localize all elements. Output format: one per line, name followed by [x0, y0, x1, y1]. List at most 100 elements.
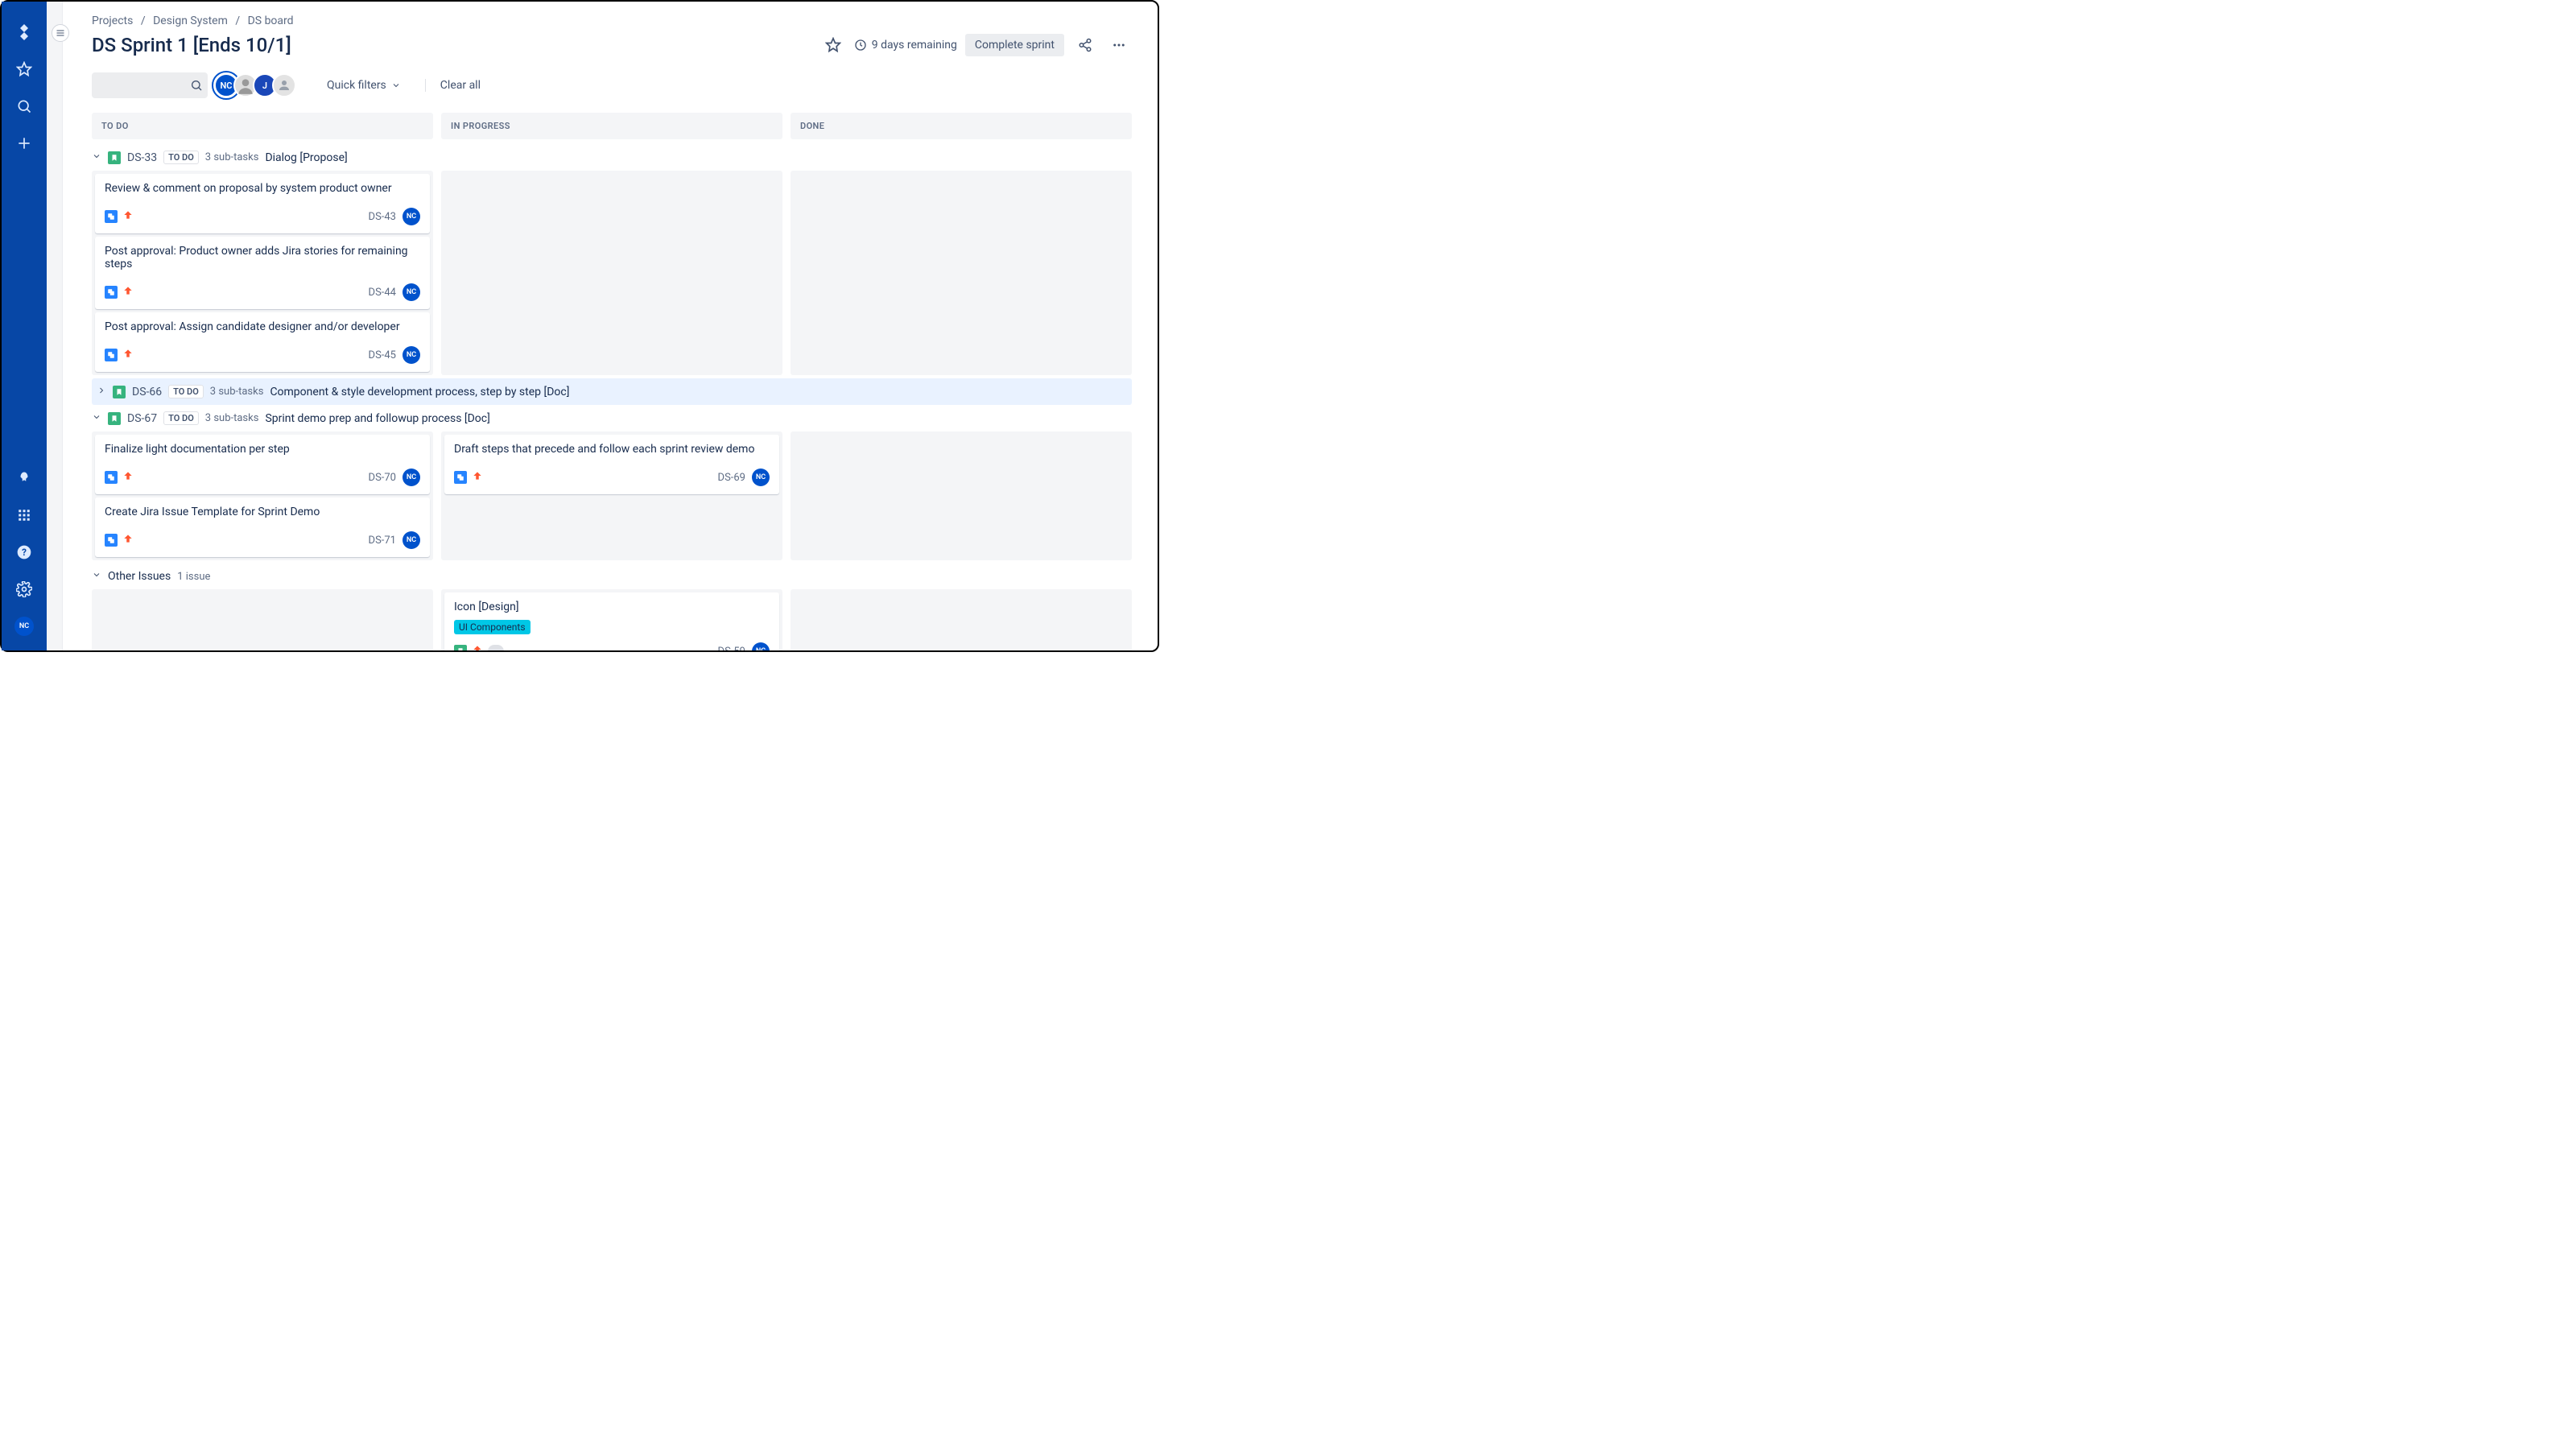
card-ds44[interactable]: Post approval: Product owner adds Jira s… — [95, 237, 430, 309]
chevron-right-icon — [97, 386, 106, 398]
search-icon — [190, 79, 203, 95]
jira-logo-icon[interactable] — [8, 16, 40, 48]
chevron-down-icon — [92, 570, 101, 583]
days-remaining-text: 9 days remaining — [872, 39, 957, 52]
column-done[interactable] — [791, 171, 1132, 375]
user-avatar[interactable]: NC — [14, 617, 34, 636]
subtask-icon — [454, 471, 467, 484]
swimlane-status: TO DO — [168, 385, 204, 398]
column-todo[interactable]: Finalize light documentation per step DS… — [92, 431, 433, 560]
help-icon[interactable]: ? — [8, 536, 40, 568]
avatar-unassigned[interactable] — [272, 73, 296, 97]
swimlane-header-ds67[interactable]: DS-67 TO DO 3 sub-tasks Sprint demo prep… — [92, 405, 1132, 431]
swimlane-key: DS-67 — [127, 412, 157, 425]
card-title: Review & comment on proposal by system p… — [105, 182, 420, 195]
card-key: DS-43 — [369, 211, 396, 223]
star-button[interactable] — [820, 32, 846, 58]
swimlane-subtasks: 3 sub-tasks — [205, 151, 259, 163]
breadcrumb-space[interactable]: Design System — [153, 14, 228, 27]
card-assignee[interactable]: NC — [752, 642, 770, 650]
card-ds43[interactable]: Review & comment on proposal by system p… — [95, 174, 430, 233]
card-assignee[interactable]: NC — [402, 531, 420, 549]
card-key: DS-70 — [369, 472, 396, 484]
column-todo[interactable] — [92, 589, 433, 650]
card-ds59[interactable]: Icon [Design] UI Components - DS-59 NC — [444, 592, 779, 650]
column-done[interactable] — [791, 589, 1132, 650]
card-title: Finalize light documentation per step — [105, 443, 420, 456]
breadcrumb: Projects / Design System / DS board — [92, 14, 1132, 27]
swimlane-header-ds33[interactable]: DS-33 TO DO 3 sub-tasks Dialog [Propose] — [92, 144, 1132, 171]
swimlane-body-ds33: Review & comment on proposal by system p… — [92, 171, 1132, 375]
column-headers: TO DO IN PROGRESS DONE — [92, 113, 1132, 139]
share-icon[interactable] — [1072, 32, 1098, 58]
column-inprogress[interactable] — [441, 171, 782, 375]
story-icon — [108, 151, 121, 164]
card-assignee[interactable]: NC — [402, 208, 420, 225]
swimlane-title: Dialog [Propose] — [265, 151, 347, 164]
column-todo[interactable]: Review & comment on proposal by system p… — [92, 171, 433, 375]
search-icon[interactable] — [8, 90, 40, 122]
settings-icon[interactable] — [8, 573, 40, 605]
more-icon[interactable] — [1106, 32, 1132, 58]
card-title: Draft steps that precede and follow each… — [454, 443, 770, 456]
card-ds70[interactable]: Finalize light documentation per step DS… — [95, 435, 430, 494]
card-assignee[interactable]: NC — [402, 469, 420, 486]
column-inprogress[interactable]: Icon [Design] UI Components - DS-59 NC — [441, 589, 782, 650]
sidebar-toggle-button[interactable] — [52, 24, 69, 42]
plus-icon[interactable] — [8, 127, 40, 159]
card-title: Create Jira Issue Template for Sprint De… — [105, 506, 420, 518]
priority-icon — [122, 209, 134, 224]
complete-sprint-button[interactable]: Complete sprint — [965, 34, 1064, 56]
search-box — [92, 72, 208, 98]
swimlane-body-other: Icon [Design] UI Components - DS-59 NC — [92, 589, 1132, 650]
page-title: DS Sprint 1 [Ends 10/1] — [92, 34, 820, 56]
subtask-icon — [105, 534, 118, 547]
swimlane-count: 1 issue — [177, 571, 210, 583]
breadcrumb-projects[interactable]: Projects — [92, 14, 133, 27]
card-ds71[interactable]: Create Jira Issue Template for Sprint De… — [95, 497, 430, 557]
rocket-icon[interactable] — [8, 462, 40, 494]
chevron-down-icon — [391, 80, 401, 90]
swimlane-header-ds66[interactable]: DS-66 TO DO 3 sub-tasks Component & styl… — [92, 378, 1132, 405]
story-icon — [108, 412, 121, 425]
card-assignee[interactable]: NC — [752, 469, 770, 486]
card-assignee[interactable]: NC — [402, 283, 420, 301]
quick-filters-dropdown[interactable]: Quick filters — [322, 76, 406, 95]
swimlane-key: DS-33 — [127, 151, 157, 164]
priority-icon — [472, 470, 483, 485]
clear-all-button[interactable]: Clear all — [425, 79, 481, 92]
sidebar-collapse-rail — [47, 2, 63, 650]
card-key: DS-44 — [369, 287, 396, 299]
priority-icon — [122, 348, 134, 362]
swimlane-header-other[interactable]: Other Issues 1 issue — [92, 564, 1132, 589]
swimlane-subtasks: 3 sub-tasks — [205, 412, 259, 424]
swimlane-status: TO DO — [163, 151, 199, 164]
column-todo-header: TO DO — [92, 113, 433, 139]
swimlane-title: Other Issues — [108, 570, 171, 583]
card-title: Post approval: Assign candidate designer… — [105, 320, 420, 333]
card-ds45[interactable]: Post approval: Assign candidate designer… — [95, 312, 430, 372]
card-title: Post approval: Product owner adds Jira s… — [105, 245, 420, 270]
column-done[interactable] — [791, 431, 1132, 560]
chevron-down-icon — [92, 151, 101, 164]
column-inprogress-header: IN PROGRESS — [441, 113, 782, 139]
breadcrumb-board[interactable]: DS board — [248, 14, 294, 27]
apps-icon[interactable] — [8, 499, 40, 531]
subtask-icon — [105, 286, 118, 299]
swimlane-title: Sprint demo prep and followup process [D… — [265, 412, 489, 425]
priority-icon — [122, 533, 134, 547]
subtask-icon — [105, 210, 118, 223]
priority-icon — [122, 470, 134, 485]
swimlane-title: Component & style development process, s… — [270, 386, 569, 398]
story-icon — [454, 645, 467, 650]
column-inprogress[interactable]: Draft steps that precede and follow each… — [441, 431, 782, 560]
card-assignee[interactable]: NC — [402, 346, 420, 364]
star-icon[interactable] — [8, 53, 40, 85]
column-done-header: DONE — [791, 113, 1132, 139]
subtask-icon — [105, 471, 118, 484]
card-title: Icon [Design] — [454, 601, 770, 613]
card-ds69[interactable]: Draft steps that precede and follow each… — [444, 435, 779, 494]
swimlane-body-ds67: Finalize light documentation per step DS… — [92, 431, 1132, 560]
chevron-down-icon — [92, 412, 101, 425]
priority-icon — [472, 644, 483, 650]
